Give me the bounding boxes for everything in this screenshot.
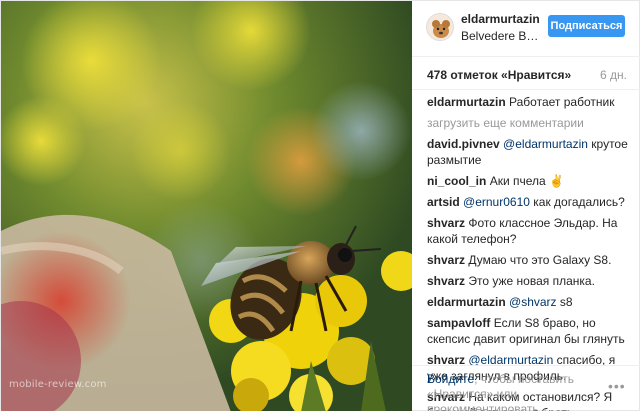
login-prompt: Войдите, чтобы поставить «Нравится» или … <box>427 372 607 411</box>
comment-mention[interactable]: @eldarmurtazin <box>503 137 588 151</box>
post-header: eldarmurtazin Belvedere Bot… Подписаться <box>412 1 640 57</box>
comment-item: ni_cool_in Аки пчела ✌ <box>427 173 631 189</box>
caption-text: Работает работник <box>509 95 615 109</box>
likes-count[interactable]: 478 отметок «Нравится» <box>427 68 571 82</box>
comment-item: artsid @ernur0610 как догадались? <box>427 194 631 210</box>
comment-item: shvarz Это уже новая планка. <box>427 273 631 289</box>
more-options-icon[interactable]: ••• <box>608 379 628 393</box>
instagram-post: mobile-review.com eldarmurtazin Belveder… <box>0 0 640 411</box>
avatar-dog-icon <box>427 14 453 40</box>
comments-list: eldarmurtazin Работает работник загрузит… <box>427 94 631 411</box>
post-age[interactable]: 6 дн. <box>600 68 627 82</box>
comment-text: Это уже новая планка. <box>468 274 595 288</box>
comment-text: как догадались? <box>533 195 625 209</box>
comment-author[interactable]: shvarz <box>427 274 465 288</box>
load-more-comments-button[interactable]: загрузить еще комментарии <box>427 115 631 131</box>
comment-author[interactable]: artsid <box>427 195 460 209</box>
comment-author[interactable]: eldarmurtazin <box>427 295 506 309</box>
likes-row: 478 отметок «Нравится» 6 дн. <box>412 57 640 90</box>
caption-author[interactable]: eldarmurtazin <box>427 95 506 109</box>
comment-item: sampavloff Если S8 браво, но скепсис дав… <box>427 315 631 347</box>
comment-text: Аки пчела ✌ <box>489 174 564 188</box>
comment-author[interactable]: sampavloff <box>427 316 490 330</box>
post-photo[interactable]: mobile-review.com <box>1 1 412 411</box>
watermark-text: mobile-review.com <box>9 379 107 390</box>
follow-button[interactable]: Подписаться <box>548 15 625 37</box>
comment-item: david.pivnev @eldarmurtazin крутое размы… <box>427 136 631 168</box>
login-link[interactable]: Войдите <box>427 372 474 386</box>
comment-author[interactable]: shvarz <box>427 253 465 267</box>
comment-text: s8 <box>559 295 573 309</box>
comment-item: shvarz Фото классное Эльдар. На какой те… <box>427 215 631 247</box>
comment-mention[interactable]: @ernur0610 <box>463 195 530 209</box>
comment-item: eldarmurtazin @shvarz s8 <box>427 294 631 310</box>
caption: eldarmurtazin Работает работник <box>427 94 631 110</box>
post-footer: Войдите, чтобы поставить «Нравится» или … <box>412 365 640 411</box>
username-link[interactable]: eldarmurtazin <box>461 12 540 26</box>
comment-author[interactable]: shvarz <box>427 216 465 230</box>
comment-author[interactable]: david.pivnev <box>427 137 500 151</box>
avatar[interactable] <box>426 13 454 41</box>
comment-author[interactable]: ni_cool_in <box>427 174 486 188</box>
comment-text: Думаю что это Galaxy S8. <box>468 253 612 267</box>
location-link[interactable]: Belvedere Bot… <box>461 29 539 43</box>
comment-mention[interactable]: @shvarz <box>509 295 557 309</box>
post-sidebar: eldarmurtazin Belvedere Bot… Подписаться… <box>412 1 640 411</box>
comment-item: shvarz Думаю что это Galaxy S8. <box>427 252 631 268</box>
bee-photo-image <box>1 1 412 411</box>
